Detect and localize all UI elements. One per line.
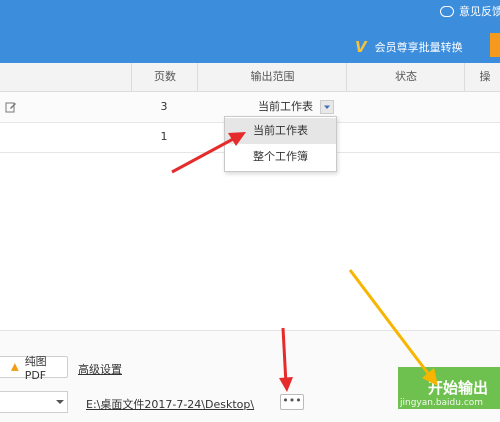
- header-status: 状态: [346, 63, 465, 91]
- table-header: 页数 输出范围 状态 操: [0, 63, 500, 92]
- pdf-label: 纯图PDF: [24, 354, 47, 382]
- option-whole-workbook[interactable]: 整个工作簿: [225, 144, 336, 170]
- edit-icon[interactable]: [5, 101, 17, 113]
- triangle-down-icon: [324, 105, 330, 109]
- watermark: jingyan.baidu.com: [400, 398, 484, 408]
- batch-label: 会员尊享批量转换: [374, 41, 463, 54]
- output-location-select[interactable]: [0, 391, 68, 413]
- batch-convert-link[interactable]: V 会员尊享批量转换: [355, 38, 463, 56]
- range-dropdown-menu: 当前工作表 整个工作簿: [224, 116, 337, 172]
- range-dropdown-button[interactable]: [320, 100, 334, 114]
- header-range: 输出范围: [197, 63, 347, 91]
- vip-v-icon: V: [355, 38, 367, 56]
- advanced-settings-link[interactable]: 高级设置: [78, 361, 122, 377]
- header-pages: 页数: [131, 63, 198, 91]
- row-pages: 1: [160, 130, 168, 143]
- browse-button[interactable]: •••: [280, 394, 304, 410]
- upgrade-tab[interactable]: [490, 33, 500, 57]
- chat-bubble-icon: [440, 5, 454, 17]
- output-path[interactable]: E:\桌面文件2017-7-24\Desktop\: [86, 396, 254, 412]
- feedback-link[interactable]: 意见反馈: [440, 3, 500, 19]
- row-pages: 3: [160, 100, 168, 113]
- image-pdf-button[interactable]: 纯图PDF: [0, 355, 68, 382]
- pdf-icon: [10, 363, 19, 371]
- chevron-down-icon: [56, 400, 64, 404]
- header-action: 操: [464, 63, 500, 91]
- option-current-sheet[interactable]: 当前工作表: [225, 118, 336, 144]
- feedback-label: 意见反馈: [459, 5, 500, 18]
- range-value: 当前工作表: [258, 100, 313, 113]
